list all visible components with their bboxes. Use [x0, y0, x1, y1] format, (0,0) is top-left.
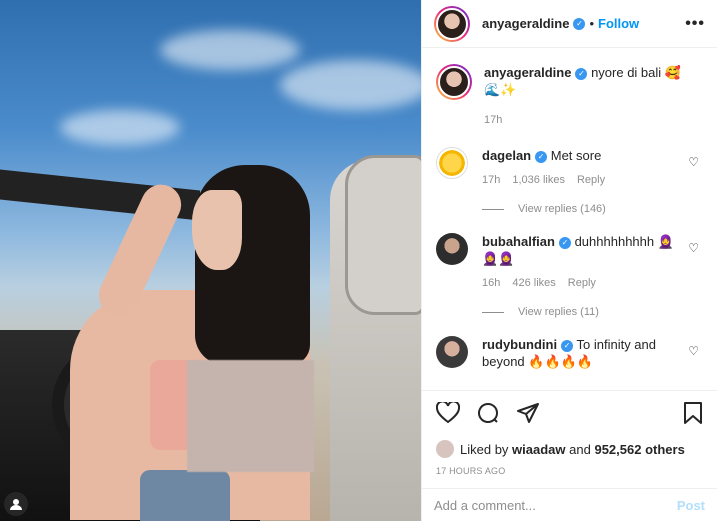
verified-icon: ✓ [558, 236, 571, 249]
liked-by-prefix: Liked by [460, 441, 509, 457]
cloud-decoration [60, 110, 180, 145]
comment-item: rudybundini ✓ To infinity and beyond 🔥🔥🔥🔥… [436, 336, 703, 370]
commenter-avatar[interactable] [436, 233, 468, 265]
caption: anyageraldine ✓ nyore di bali 🥰 🌊✨ 17h [436, 64, 703, 129]
commenter-avatar[interactable] [436, 147, 468, 179]
liker-avatar[interactable] [436, 440, 454, 458]
bookmark-icon[interactable] [683, 401, 703, 430]
cloud-decoration [280, 60, 421, 110]
post-comment-button[interactable]: Post [677, 498, 705, 513]
car-headrest [345, 155, 421, 315]
liked-by-user[interactable]: wiaadaw [512, 442, 565, 457]
comment-time: 16h [482, 277, 501, 289]
person-jeans [140, 470, 230, 521]
reply-button[interactable]: Reply [568, 275, 596, 292]
reply-button[interactable]: Reply [577, 172, 605, 189]
comment-likes[interactable]: 1,036 likes [512, 172, 565, 189]
view-replies-label[interactable]: View replies (146) [518, 203, 606, 215]
verified-icon: ✓ [573, 17, 586, 30]
more-options-icon[interactable]: ••• [685, 15, 705, 33]
author-avatar[interactable] [434, 5, 470, 42]
post-sidebar: anyageraldine ✓ • Follow ••• anyageraldi… [421, 0, 717, 521]
caption-time: 17h [484, 114, 503, 126]
verified-icon: ✓ [561, 339, 574, 352]
post-actions: Liked by wiaadaw and 952,562 others 17 H… [422, 390, 717, 476]
comment-like-heart-icon[interactable]: ♡ [688, 155, 699, 169]
comment-item: bubahalfian ✓ duhhhhhhhhh 🧕 🧕🧕 16h 426 li… [436, 233, 703, 292]
censor-blur [187, 360, 314, 472]
view-replies-button[interactable]: View replies (11) [482, 306, 703, 318]
divider-line [482, 311, 504, 313]
commenter-avatar[interactable] [436, 336, 468, 368]
comment-text: Met sore [550, 148, 602, 163]
cloud-decoration [160, 30, 300, 70]
post-photo[interactable] [0, 0, 421, 521]
comment-username[interactable]: rudybundini [482, 337, 557, 352]
verified-icon: ✓ [575, 67, 588, 80]
caption-username[interactable]: anyageraldine [484, 65, 571, 80]
share-icon[interactable] [516, 401, 540, 430]
comment-item: dagelan ✓ Met sore 17h 1,036 likes Reply … [436, 147, 703, 189]
author-username[interactable]: anyageraldine [482, 16, 569, 31]
comment-input[interactable] [434, 497, 677, 513]
comment-like-heart-icon[interactable]: ♡ [688, 344, 699, 358]
post-header: anyageraldine ✓ • Follow ••• [422, 0, 717, 48]
likes-summary: Liked by wiaadaw and 952,562 others [436, 440, 703, 458]
liked-by-count[interactable]: 952,562 others [594, 442, 684, 457]
view-replies-label[interactable]: View replies (11) [518, 306, 599, 318]
divider-line [482, 208, 504, 210]
verified-icon: ✓ [535, 150, 548, 163]
follow-button[interactable]: Follow [598, 16, 639, 31]
person-face [192, 190, 242, 270]
liked-by-mid: and [569, 441, 591, 457]
comments-list[interactable]: anyageraldine ✓ nyore di bali 🥰 🌊✨ 17h da… [422, 48, 717, 390]
comment-username[interactable]: dagelan [482, 148, 531, 163]
comment-likes[interactable]: 426 likes [512, 275, 555, 292]
add-comment-bar: Post [422, 488, 717, 521]
post-timestamp[interactable]: 17 HOURS AGO [436, 466, 703, 476]
caption-avatar[interactable] [436, 64, 472, 100]
heart-icon[interactable] [435, 400, 461, 429]
comment-username[interactable]: bubahalfian [482, 234, 555, 249]
comment-time: 17h [482, 174, 501, 186]
separator-dot: • [589, 16, 594, 31]
comment-like-heart-icon[interactable]: ♡ [688, 241, 699, 255]
account-icon[interactable] [4, 492, 28, 516]
comment-icon[interactable] [476, 401, 500, 430]
view-replies-button[interactable]: View replies (146) [482, 203, 703, 215]
